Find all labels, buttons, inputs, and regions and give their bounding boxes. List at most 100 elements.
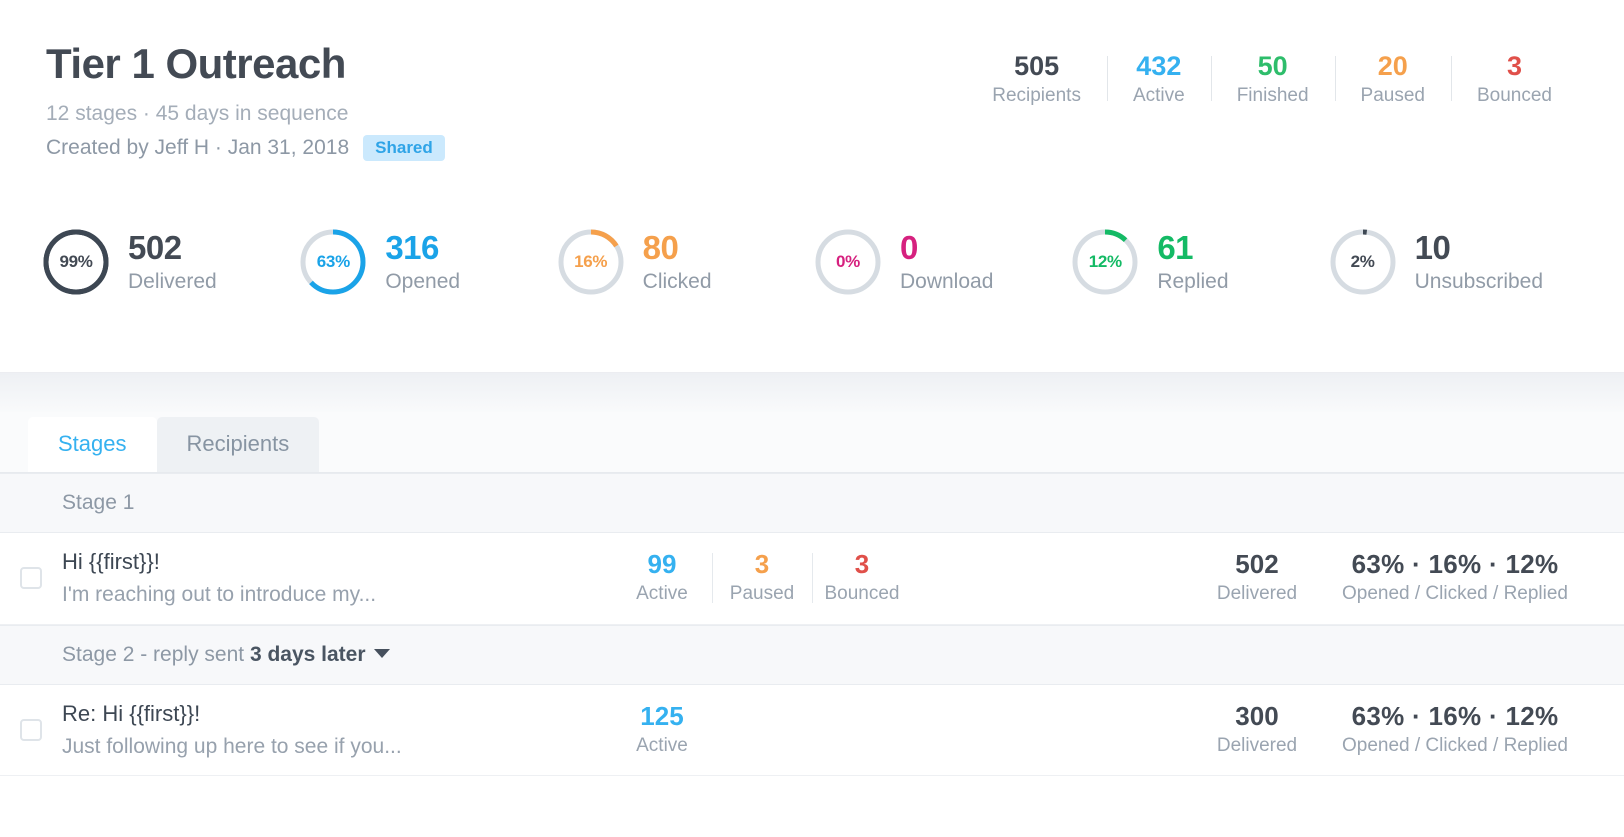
chevron-down-icon[interactable]	[373, 648, 390, 658]
metric-value: 61	[1157, 228, 1194, 266]
tab-stages[interactable]: Stages	[28, 417, 157, 472]
section-divider	[0, 372, 1624, 416]
tab-bar[interactable]: Stages Recipients	[0, 412, 1624, 472]
stages-table: Stage 1 Hi {{first}}! I'm reaching out to …	[0, 472, 1624, 837]
metric-label: Delivered	[128, 270, 217, 294]
top-stat-label: Active	[1132, 85, 1185, 107]
row-stat-active: 99 Active	[612, 549, 712, 605]
donut-chart-clicked: 16%	[555, 226, 627, 298]
row-stat-value: 3	[754, 549, 770, 580]
metric-opened: 63% 316 Opened	[297, 226, 554, 298]
stage-header: Stage 1	[0, 473, 1624, 533]
metric-label: Clicked	[642, 270, 712, 294]
stage-header-label: Stage 2 - reply sent	[62, 642, 250, 666]
row-stat-label: Bounced	[824, 583, 900, 605]
row-subject-cell: Re: Hi {{first}}! Just following up here …	[62, 701, 612, 760]
donut-chart-delivered: 99%	[40, 226, 112, 298]
metric-label: Unsubscribed	[1414, 270, 1544, 294]
metric-value: 80	[642, 228, 679, 266]
row-stat-value: 99	[647, 549, 677, 580]
top-stat-label: Bounced	[1476, 85, 1552, 107]
row-rates-value: 63% · 16% · 12%	[1351, 549, 1559, 580]
top-stat-value: 3	[1506, 51, 1522, 81]
top-stats: 505 Recipients 432 Active 50 Finished 20 Paused…	[966, 52, 1578, 107]
row-mid-stats: 125 Active	[612, 700, 912, 757]
tab-recipients[interactable]: Recipients	[156, 417, 320, 472]
metric-value: 0	[899, 228, 918, 266]
metric-clicked: 16% 80 Clicked	[555, 226, 812, 298]
row-delivered: 502 Delivered	[1182, 549, 1332, 605]
top-stat-finished: 50 Finished	[1210, 51, 1335, 107]
metric-download: 0% 0 Download	[812, 226, 1069, 298]
donut-chart-download: 0%	[812, 226, 884, 298]
metric-delivered: 99% 502 Delivered	[40, 226, 297, 298]
row-preview: I'm reaching out to introduce my...	[62, 583, 377, 607]
metric-replied: 12% 61 Replied	[1069, 226, 1326, 298]
donut-percent: 63%	[316, 252, 350, 271]
top-stat-value: 505	[1014, 51, 1060, 81]
row-checkbox[interactable]	[20, 567, 42, 590]
row-stat-bounced: 3 Bounced	[812, 549, 912, 605]
donut-percent: 16%	[574, 252, 608, 271]
top-stat-label: Paused	[1360, 85, 1425, 107]
status-badge: Shared	[363, 135, 445, 162]
top-stat-value: 20	[1377, 51, 1408, 81]
top-stat-value: 432	[1136, 51, 1182, 81]
row-checkbox-cell[interactable]	[0, 718, 62, 741]
row-subject-cell: Hi {{first}}! I'm reaching out to introdu…	[62, 549, 612, 608]
created-by-text: Created by Jeff H · Jan 31, 2018	[46, 136, 350, 160]
table-row[interactable]: Re: Hi {{first}}! Just following up here …	[0, 685, 1624, 777]
row-rates-value: 63% · 16% · 12%	[1351, 700, 1559, 731]
row-rates: 63% · 16% · 12% Opened / Clicked / Replie…	[1332, 700, 1578, 757]
row-checkbox[interactable]	[20, 718, 42, 741]
metric-unsubscribed: 2% 10 Unsubscribed	[1327, 226, 1584, 298]
created-line: Created by Jeff H · Jan 31, 2018 Shared	[46, 135, 1578, 162]
row-rates-label: Opened / Clicked / Replied	[1341, 735, 1568, 757]
top-stat-active: 432 Active	[1106, 51, 1211, 107]
metric-donuts: 99% 502 Delivered 63% 316 Opened 16% 80 Clicked 0…	[40, 226, 1584, 298]
top-stat-label: Recipients	[992, 85, 1081, 107]
donut-chart-unsubscribed: 2%	[1327, 226, 1399, 298]
row-preview: Just following up here to see if you...	[62, 734, 402, 758]
metric-value: 502	[128, 228, 182, 266]
row-stat-value: 125	[640, 700, 684, 731]
donut-percent: 2%	[1350, 252, 1375, 271]
metric-label: Download	[899, 270, 994, 294]
stage-header-label: Stage 1	[62, 491, 135, 514]
row-checkbox-cell[interactable]	[0, 567, 62, 590]
row-stat-value: 3	[854, 549, 870, 580]
top-stat-value: 50	[1257, 51, 1288, 81]
row-delivered-value: 502	[1235, 549, 1279, 580]
row-rates-label: Opened / Clicked / Replied	[1341, 583, 1568, 605]
row-rates: 63% · 16% · 12% Opened / Clicked / Replie…	[1332, 549, 1578, 605]
stage-delay-value[interactable]: 3 days later	[250, 643, 366, 666]
row-stat-label: Paused	[729, 583, 795, 605]
donut-chart-opened: 63%	[297, 226, 369, 298]
campaign-header: Tier 1 Outreach 12 stages · 45 days in s…	[0, 0, 1624, 372]
donut-percent: 99%	[59, 252, 93, 271]
row-stat-paused: 3 Paused	[712, 549, 812, 605]
metric-value: 316	[385, 228, 439, 266]
top-stat-paused: 20 Paused	[1334, 51, 1451, 107]
row-delivered: 300 Delivered	[1182, 700, 1332, 757]
row-delivered-label: Delivered	[1216, 583, 1298, 605]
row-stat-label: Active	[636, 583, 688, 605]
metric-label: Replied	[1157, 270, 1229, 294]
row-subject: Hi {{first}}!	[62, 549, 160, 574]
table-row[interactable]: Hi {{first}}! I'm reaching out to introdu…	[0, 533, 1624, 625]
row-delivered-value: 300	[1235, 700, 1279, 731]
stage-header[interactable]: Stage 2 - reply sent 3 days later	[0, 624, 1624, 685]
row-stat-active: 125 Active	[612, 700, 712, 757]
metric-value: 10	[1414, 228, 1451, 266]
row-subject: Re: Hi {{first}}!	[62, 700, 201, 726]
metric-label: Opened	[385, 270, 461, 294]
top-stat-label: Finished	[1236, 85, 1309, 107]
row-stat-label: Active	[636, 735, 688, 757]
donut-chart-replied: 12%	[1069, 226, 1141, 298]
donut-percent: 0%	[835, 252, 860, 271]
row-delivered-label: Delivered	[1216, 735, 1298, 757]
donut-percent: 12%	[1088, 252, 1122, 271]
top-stat-bounced: 3 Bounced	[1450, 51, 1578, 107]
top-stat-recipients: 505 Recipients	[966, 52, 1107, 107]
row-mid-stats: 99 Active 3 Paused 3 Bounced	[612, 549, 912, 605]
